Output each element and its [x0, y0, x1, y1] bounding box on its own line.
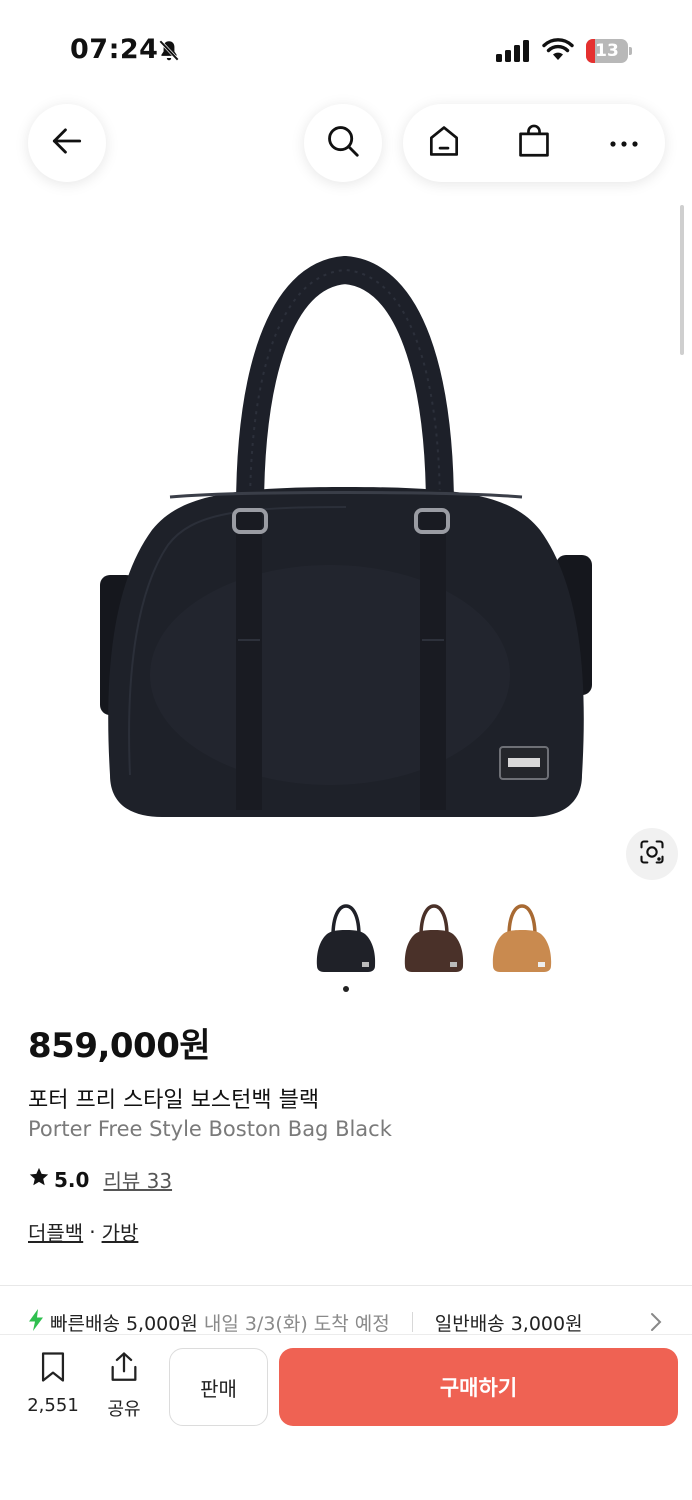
back-button[interactable] [28, 104, 106, 182]
bookmark-count: 2,551 [27, 1395, 79, 1416]
thumbnail-tan[interactable] [487, 900, 557, 980]
more-horizontal-icon [607, 134, 641, 153]
thumbnail-brown[interactable] [399, 900, 469, 980]
arrow-left-icon [48, 122, 86, 164]
normal-shipping-label: 일반배송 3,000원 [434, 1312, 583, 1335]
carousel-dot-active [343, 986, 349, 992]
status-time: 07:24 [70, 34, 159, 65]
more-button[interactable] [585, 104, 663, 182]
bag-thumbnail-brown-icon [404, 904, 464, 972]
product-price: 859,000원 [28, 1026, 211, 1066]
bag-thumbnail-tan-icon [492, 904, 552, 972]
battery-indicator: 13 [586, 39, 632, 63]
bookmark-button[interactable]: 2,551 [24, 1350, 82, 1416]
bag-illustration [100, 255, 592, 817]
sell-label: 판매 [200, 1376, 237, 1401]
fast-shipping-eta: 내일 3/3(화) 도착 예정 [203, 1312, 390, 1335]
cart-button[interactable] [495, 104, 573, 182]
review-link[interactable]: 리뷰 33 [103, 1165, 172, 1194]
search-icon [324, 122, 362, 164]
category-link-bag[interactable]: 가방 [102, 1217, 139, 1246]
lightning-icon [28, 1308, 44, 1336]
category-separator: · [89, 1219, 96, 1244]
home-icon [425, 122, 463, 164]
product-image[interactable] [90, 255, 602, 835]
star-icon [28, 1166, 50, 1193]
status-bar: 07:24 13 [0, 0, 692, 100]
shipping-separator [411, 1312, 413, 1332]
category-breadcrumb: 더플백 · 가방 [28, 1217, 138, 1246]
bell-muted-icon [156, 38, 182, 68]
battery-level: 13 [595, 41, 619, 61]
fast-shipping-label: 빠른배송 5,000원 [50, 1312, 198, 1335]
section-divider [0, 1285, 692, 1286]
home-button[interactable] [405, 104, 483, 182]
lens-scan-icon [638, 838, 666, 870]
category-link-duffel[interactable]: 더플백 [28, 1217, 83, 1246]
share-icon [107, 1350, 141, 1389]
rating-score: 5.0 [54, 1167, 90, 1192]
thumbnail-black[interactable] [311, 900, 381, 980]
scrollbar[interactable] [680, 205, 684, 355]
product-title-ko: 포터 프리 스타일 보스턴백 블랙 [28, 1088, 320, 1113]
bag-thumbnail-black-icon [316, 904, 376, 972]
rating-row: 5.0 리뷰 33 [28, 1165, 172, 1194]
share-button[interactable]: 공유 [96, 1350, 152, 1421]
bookmark-icon [36, 1350, 70, 1389]
product-title-en: Porter Free Style Boston Bag Black [28, 1117, 392, 1141]
nav-action-group [403, 104, 665, 182]
buy-button[interactable]: 구매하기 [279, 1348, 678, 1426]
image-search-button[interactable] [626, 828, 678, 880]
cellular-signal-icon [496, 40, 532, 66]
search-button[interactable] [304, 104, 382, 182]
sell-button[interactable]: 판매 [169, 1348, 268, 1426]
buy-label: 구매하기 [439, 1376, 518, 1400]
wifi-icon [542, 38, 574, 66]
shopping-bag-icon [515, 122, 553, 164]
share-label: 공유 [107, 1399, 141, 1420]
